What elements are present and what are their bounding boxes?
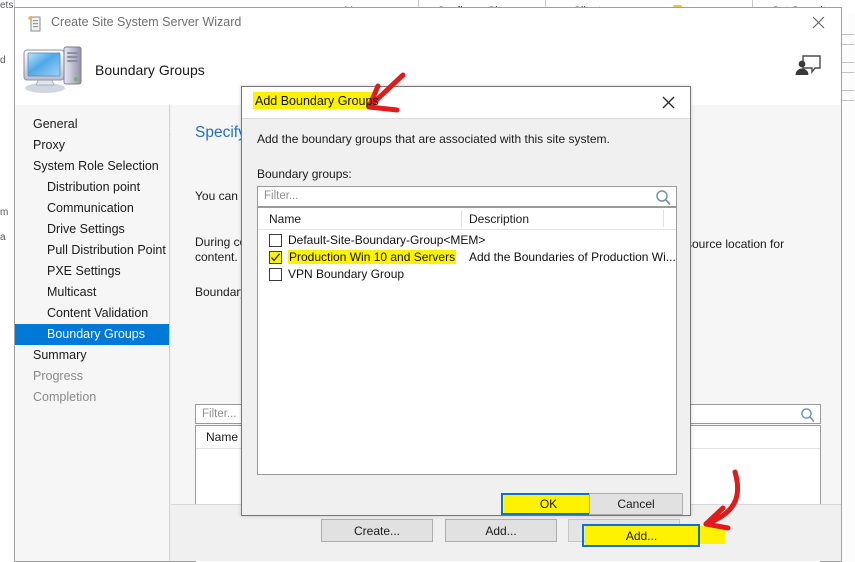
sidebar-item-completion: Completion [33, 390, 97, 404]
add-button[interactable]: Add... [445, 519, 557, 542]
sidebar-item-pxe-settings[interactable]: PXE Settings [15, 261, 169, 282]
sidebar-item-progress: Progress [33, 369, 84, 383]
sidebar-item-system-role-selection[interactable]: System Role Selection [15, 156, 169, 177]
console-left-fragment: ets [0, 0, 14, 11]
sidebar-item-multicast[interactable]: Multicast [15, 282, 169, 303]
boundary-groups-list[interactable]: Name Description Default-Site-Boundary-G… [257, 207, 677, 475]
list-column-header: Name Description [258, 208, 676, 230]
wizard-close-button[interactable] [796, 8, 841, 37]
row-name: VPN Boundary Group [288, 267, 405, 281]
row-checkbox[interactable] [269, 268, 282, 281]
console-left-fragment: d [0, 55, 6, 66]
console-left-fragment: a [0, 232, 6, 243]
column-divider[interactable] [663, 210, 664, 227]
dialog-description: Add the boundary groups that are associa… [257, 132, 610, 146]
sidebar-item-communication[interactable]: Communication [15, 198, 169, 219]
sidebar-item-content-validation[interactable]: Content Validation [15, 303, 169, 324]
sidebar-item-boundary-groups[interactable]: Boundary Groups [15, 324, 169, 345]
table-row[interactable]: VPN Boundary Group [258, 266, 676, 283]
sidebar-item-pull-distribution-point[interactable]: Pull Distribution Point [15, 240, 169, 261]
ok-button[interactable]: OK [504, 495, 593, 513]
column-header-description[interactable]: Description [469, 212, 529, 226]
sidebar-item-general[interactable]: General [15, 114, 169, 135]
search-icon[interactable] [655, 189, 672, 206]
add-boundary-groups-dialog: Add Boundary Groups Add the boundary gro… [241, 86, 691, 516]
sidebar-item-drive-settings[interactable]: Drive Settings [15, 219, 169, 240]
row-checkbox[interactable] [269, 251, 282, 264]
person-feedback-icon[interactable] [793, 52, 823, 80]
dialog-list-label: Boundary groups: [257, 167, 352, 181]
wizard-page-title: Boundary Groups [95, 62, 205, 78]
sidebar-item-distribution-point[interactable]: Distribution point [15, 177, 169, 198]
close-icon [812, 16, 825, 29]
computer-icon [21, 42, 83, 96]
table-row[interactable]: Production Win 10 and Servers Add the Bo… [258, 249, 676, 266]
dialog-filter-input[interactable]: Filter... [257, 186, 677, 207]
create-button[interactable]: Create... [321, 519, 433, 542]
row-name: Default-Site-Boundary-Group<MEM> [288, 233, 486, 247]
sidebar-item-summary[interactable]: Summary [15, 345, 169, 366]
background-column-name: Name [206, 430, 239, 444]
console-left-pane-edge: ets d m a [0, 0, 15, 562]
add-button-label-overlay[interactable]: Add... [585, 526, 698, 545]
background-filter-placeholder: Filter... [202, 408, 237, 420]
page-paragraph-right-fragment: a source location for [676, 237, 785, 251]
wizard-title-bar: Create Site System Server Wizard [15, 8, 841, 38]
table-row[interactable]: Default-Site-Boundary-Group<MEM> [258, 232, 676, 249]
checkmark-icon [271, 253, 281, 262]
row-name: Production Win 10 and Servers [288, 250, 457, 264]
dialog-title-bar: Add Boundary Groups [242, 87, 690, 119]
console-left-fragment: m [0, 207, 9, 218]
column-divider[interactable] [461, 210, 462, 227]
wizard-page-icon [27, 15, 43, 32]
wizard-title: Create Site System Server Wizard [51, 15, 242, 29]
row-checkbox[interactable] [269, 234, 282, 247]
dialog-close-button[interactable] [646, 87, 690, 117]
close-icon [662, 96, 674, 108]
dialog-filter-placeholder: Filter... [264, 190, 299, 202]
cancel-button[interactable]: Cancel [589, 493, 683, 515]
dialog-title: Add Boundary Groups [255, 94, 379, 108]
column-header-name[interactable]: Name [269, 212, 301, 226]
screenshot-root: Manage Configure Site Client Set Securit… [0, 0, 855, 562]
console-right-pane-edge [840, 14, 855, 562]
search-icon[interactable] [800, 407, 816, 423]
sidebar-item-proxy[interactable]: Proxy [15, 135, 169, 156]
row-description: Add the Boundaries of Production Wi... [469, 250, 676, 264]
wizard-step-navigation: General Proxy System Role Selection Dist… [15, 105, 170, 561]
